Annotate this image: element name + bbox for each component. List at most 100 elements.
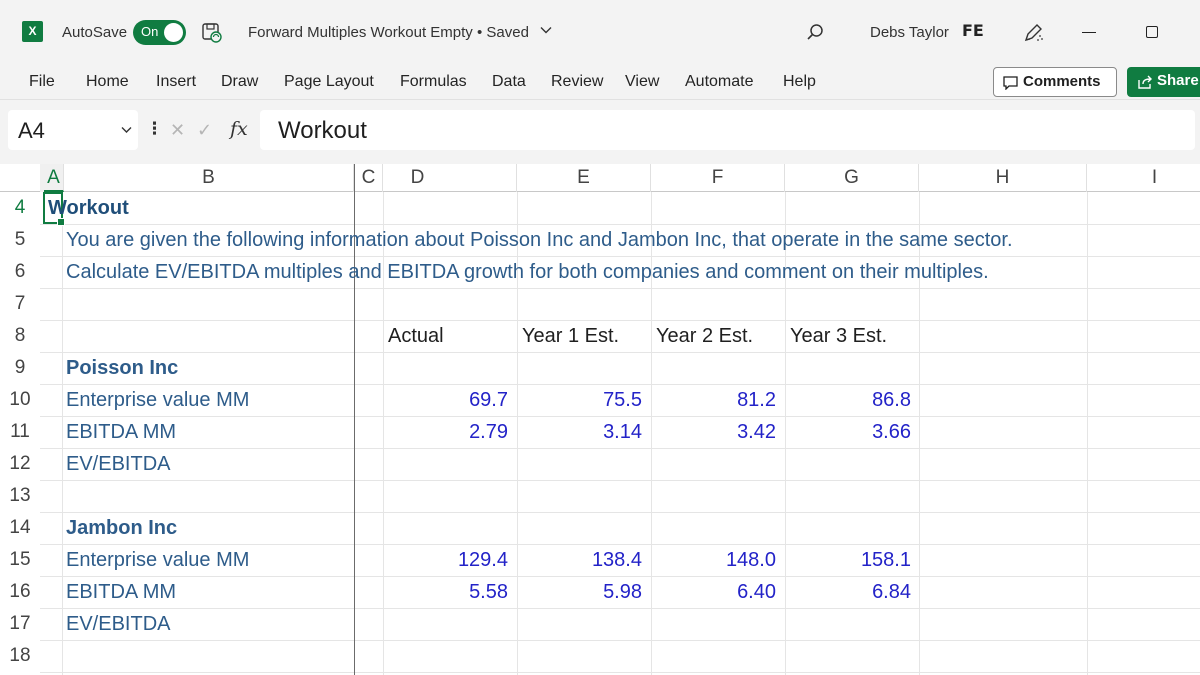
cell-b16-label[interactable]: EBITDA MM: [66, 576, 176, 608]
share-icon: [1138, 75, 1152, 89]
tab-page-layout[interactable]: Page Layout: [284, 73, 374, 91]
more-options-icon[interactable]: ⋮: [146, 119, 163, 139]
cell-g15-value[interactable]: 158.1: [785, 544, 911, 576]
maximize-icon[interactable]: [1146, 26, 1158, 38]
cell-f10-value[interactable]: 81.2: [651, 384, 776, 416]
title-bar: X AutoSave On Forward Multiples Workout …: [0, 0, 1200, 64]
row-header-16[interactable]: 16: [0, 576, 40, 608]
cell-b6-instruction[interactable]: Calculate EV/EBITDA multiples and EBITDA…: [66, 256, 989, 288]
row-header-14[interactable]: 14: [0, 512, 40, 544]
enter-icon[interactable]: ✓: [197, 120, 212, 141]
column-header-a[interactable]: A: [44, 164, 64, 192]
user-avatar[interactable]: FE: [962, 21, 988, 45]
cell-f11-value[interactable]: 3.42: [651, 416, 776, 448]
column-header-g[interactable]: G: [785, 164, 919, 192]
row-header-5[interactable]: 5: [0, 224, 40, 256]
row-header-18[interactable]: 18: [0, 640, 40, 672]
tab-insert[interactable]: Insert: [156, 73, 196, 91]
cell-b5-instruction[interactable]: You are given the following information …: [66, 224, 1013, 256]
search-icon[interactable]: [805, 22, 825, 42]
row-header-9[interactable]: 9: [0, 352, 40, 384]
row-header-6[interactable]: 6: [0, 256, 40, 288]
cell-b17-label[interactable]: EV/EBITDA: [66, 608, 170, 640]
formula-input[interactable]: Workout: [260, 110, 1195, 150]
name-box[interactable]: A4: [8, 110, 138, 150]
cell-d8-header[interactable]: Actual: [388, 320, 444, 352]
autosave-label: AutoSave: [62, 24, 128, 41]
cell-f15-value[interactable]: 148.0: [651, 544, 776, 576]
save-sync-icon[interactable]: [201, 22, 222, 43]
cell-d16-value[interactable]: 5.58: [383, 576, 508, 608]
cell-g8-header[interactable]: Year 3 Est.: [790, 320, 887, 352]
column-header-h[interactable]: H: [919, 164, 1087, 192]
cell-d10-value[interactable]: 69.7: [383, 384, 508, 416]
tab-draw[interactable]: Draw: [221, 73, 258, 91]
cell-b15-label[interactable]: Enterprise value MM: [66, 544, 249, 576]
minimize-icon[interactable]: [1082, 32, 1096, 33]
column-headers: A B C D E F G H I: [0, 164, 1200, 192]
autosave-state: On: [141, 24, 159, 39]
column-header-d[interactable]: D: [383, 164, 517, 192]
cell-f16-value[interactable]: 6.40: [651, 576, 776, 608]
cell-b9-company[interactable]: Poisson Inc: [66, 352, 178, 384]
tab-formulas[interactable]: Formulas: [400, 73, 467, 91]
save-status: Saved: [486, 24, 529, 41]
spreadsheet-grid[interactable]: A B C D E F G H I 4 5 6 7 8 9 10 11 12 1…: [0, 164, 1200, 675]
column-header-i[interactable]: I: [1087, 164, 1200, 192]
row-header-11[interactable]: 11: [0, 416, 40, 448]
share-label: Share: [1157, 72, 1199, 89]
row-header-8[interactable]: 8: [0, 320, 40, 352]
column-header-f[interactable]: F: [651, 164, 785, 192]
toggle-knob: [164, 23, 183, 42]
row-header-10[interactable]: 10: [0, 384, 40, 416]
document-title[interactable]: Forward Multiples Workout Empty • Saved: [248, 24, 529, 41]
tab-home[interactable]: Home: [86, 73, 129, 91]
tab-view[interactable]: View: [625, 73, 659, 91]
cell-g11-value[interactable]: 3.66: [785, 416, 911, 448]
chevron-down-icon[interactable]: [121, 126, 132, 134]
insert-function-button[interactable]: fx: [230, 118, 248, 140]
cell-e16-value[interactable]: 5.98: [517, 576, 642, 608]
cell-e8-header[interactable]: Year 1 Est.: [522, 320, 619, 352]
excel-logo-icon: X: [22, 21, 47, 42]
formula-content: Workout: [278, 117, 367, 144]
row-header-7[interactable]: 7: [0, 288, 40, 320]
cell-b14-company[interactable]: Jambon Inc: [66, 512, 177, 544]
cell-b12-label[interactable]: EV/EBITDA: [66, 448, 170, 480]
row-header-17[interactable]: 17: [0, 608, 40, 640]
tab-automate[interactable]: Automate: [685, 73, 753, 91]
cell-d11-value[interactable]: 2.79: [383, 416, 508, 448]
column-header-b[interactable]: B: [64, 164, 354, 192]
row-header-12[interactable]: 12: [0, 448, 40, 480]
column-header-e[interactable]: E: [517, 164, 651, 192]
column-header-c[interactable]: C: [355, 164, 383, 192]
row-header-13[interactable]: 13: [0, 480, 40, 512]
ribbon-tabs: File Home Insert Draw Page Layout Formul…: [0, 64, 1200, 100]
share-button[interactable]: Share: [1127, 67, 1200, 97]
cancel-icon[interactable]: ✕: [170, 120, 185, 141]
tab-file[interactable]: File: [29, 73, 55, 91]
designer-pen-icon[interactable]: [1022, 22, 1044, 44]
cell-g10-value[interactable]: 86.8: [785, 384, 911, 416]
chevron-down-icon[interactable]: [540, 24, 552, 36]
cell-d15-value[interactable]: 129.4: [383, 544, 508, 576]
document-name: Forward Multiples Workout Empty: [248, 24, 473, 41]
tab-help[interactable]: Help: [783, 73, 816, 91]
comments-button[interactable]: Comments: [993, 67, 1117, 97]
autosave-toggle[interactable]: On: [133, 20, 186, 45]
row-header-15[interactable]: 15: [0, 544, 40, 576]
tab-data[interactable]: Data: [492, 73, 526, 91]
comment-icon: [1003, 76, 1018, 90]
formula-bar: A4 ⋮ ✕ ✓ fx Workout: [0, 100, 1200, 164]
cell-e10-value[interactable]: 75.5: [517, 384, 642, 416]
row-header-4[interactable]: 4: [0, 192, 40, 224]
cell-b11-label[interactable]: EBITDA MM: [66, 416, 176, 448]
cell-a4-title[interactable]: Workout: [48, 192, 129, 224]
cell-e11-value[interactable]: 3.14: [517, 416, 642, 448]
cell-f8-header[interactable]: Year 2 Est.: [656, 320, 753, 352]
cell-b10-label[interactable]: Enterprise value MM: [66, 384, 249, 416]
tab-review[interactable]: Review: [551, 73, 603, 91]
user-name[interactable]: Debs Taylor: [870, 24, 949, 41]
cell-e15-value[interactable]: 138.4: [517, 544, 642, 576]
cell-g16-value[interactable]: 6.84: [785, 576, 911, 608]
